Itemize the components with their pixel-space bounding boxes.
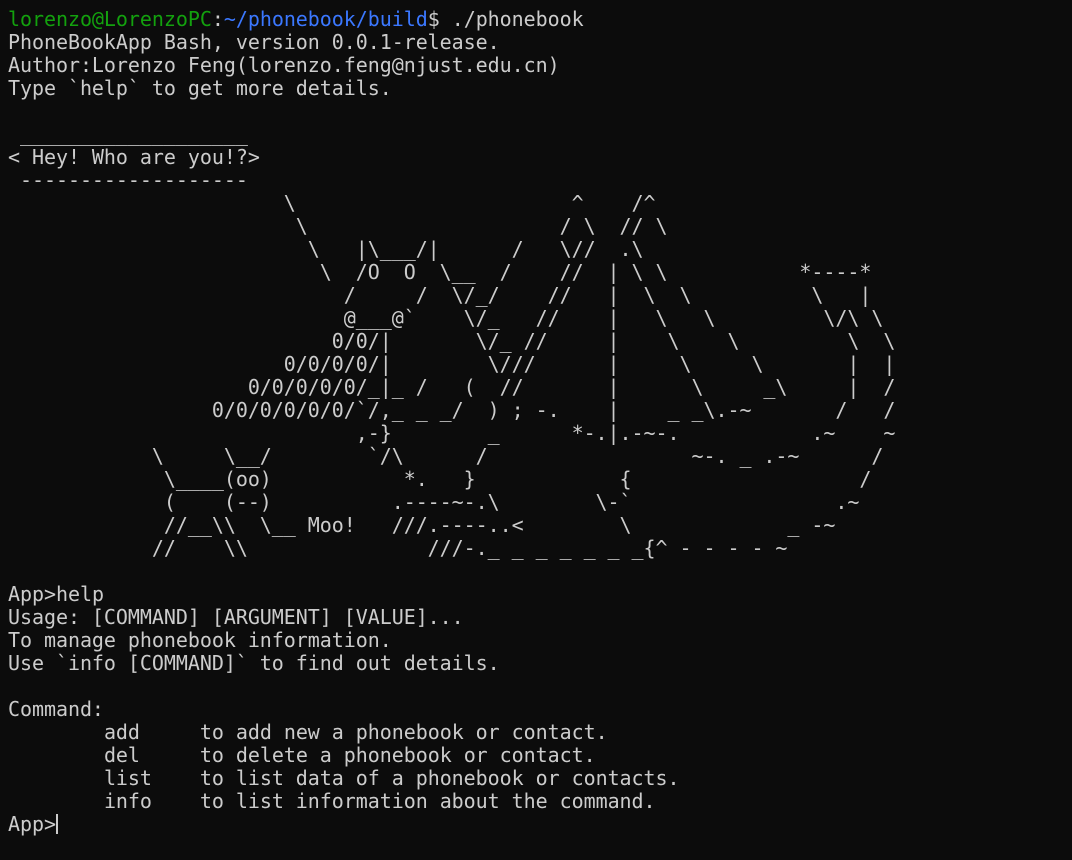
command-description: to delete a phonebook or contact.: [199, 743, 596, 767]
purpose-line: To manage phonebook information.: [8, 628, 392, 652]
prompt-colon: :: [211, 7, 224, 31]
command-name: list: [103, 766, 152, 790]
prompt-user-host: lorenzo@LorenzoPC: [8, 7, 212, 31]
prompt-path: ~/phonebook/build: [223, 7, 428, 31]
app-input-line: App>help: [8, 583, 1072, 606]
command-name: del: [103, 743, 140, 767]
command-indent: [8, 743, 104, 767]
info-hint-line: Use `info [COMMAND]` to find out details…: [8, 651, 500, 675]
text-cursor[interactable]: [55, 814, 58, 834]
terminal-window[interactable]: lorenzo@LorenzoPC:~/phonebook/build$ ./p…: [0, 0, 1072, 860]
final-input-line[interactable]: App>: [8, 813, 1072, 836]
command-description: to add new a phonebook or contact.: [199, 720, 608, 744]
prompt-dollar: $: [427, 7, 440, 31]
command-indent: [8, 766, 104, 790]
command-list: add to add new a phonebook or contact. d…: [8, 721, 1072, 813]
command-name: info: [103, 789, 152, 813]
app-prompt: App>: [8, 582, 56, 606]
command-row-del: del to delete a phonebook or contact.: [8, 744, 1072, 767]
command-row-info: info to list information about the comma…: [8, 790, 1072, 813]
command-indent: [8, 789, 104, 813]
shell-prompt-line: lorenzo@LorenzoPC:~/phonebook/build$ ./p…: [8, 8, 1072, 31]
shell-command: ./phonebook: [439, 7, 584, 31]
ascii-art-greeting: ___________________ < Hey! Who are you!?…: [8, 122, 896, 560]
entered-command: help: [55, 582, 104, 606]
command-row-add: add to add new a phonebook or contact.: [8, 721, 1072, 744]
command-indent: [8, 720, 104, 744]
command-description: to list information about the command.: [199, 789, 656, 813]
app-prompt: App>: [8, 812, 56, 836]
commands-header: Command:: [8, 697, 104, 721]
command-row-list: list to list data of a phonebook or cont…: [8, 767, 1072, 790]
banner-author: Author:Lorenzo Feng(lorenzo.feng@njust.e…: [8, 53, 560, 77]
banner-version: PhoneBookApp Bash, version 0.0.1-release…: [8, 30, 500, 54]
command-description: to list data of a phonebook or contacts.: [199, 766, 680, 790]
banner-hint: Type `help` to get more details.: [8, 76, 392, 100]
usage-line: Usage: [COMMAND] [ARGUMENT] [VALUE]...: [8, 605, 464, 629]
command-name: add: [103, 720, 140, 744]
